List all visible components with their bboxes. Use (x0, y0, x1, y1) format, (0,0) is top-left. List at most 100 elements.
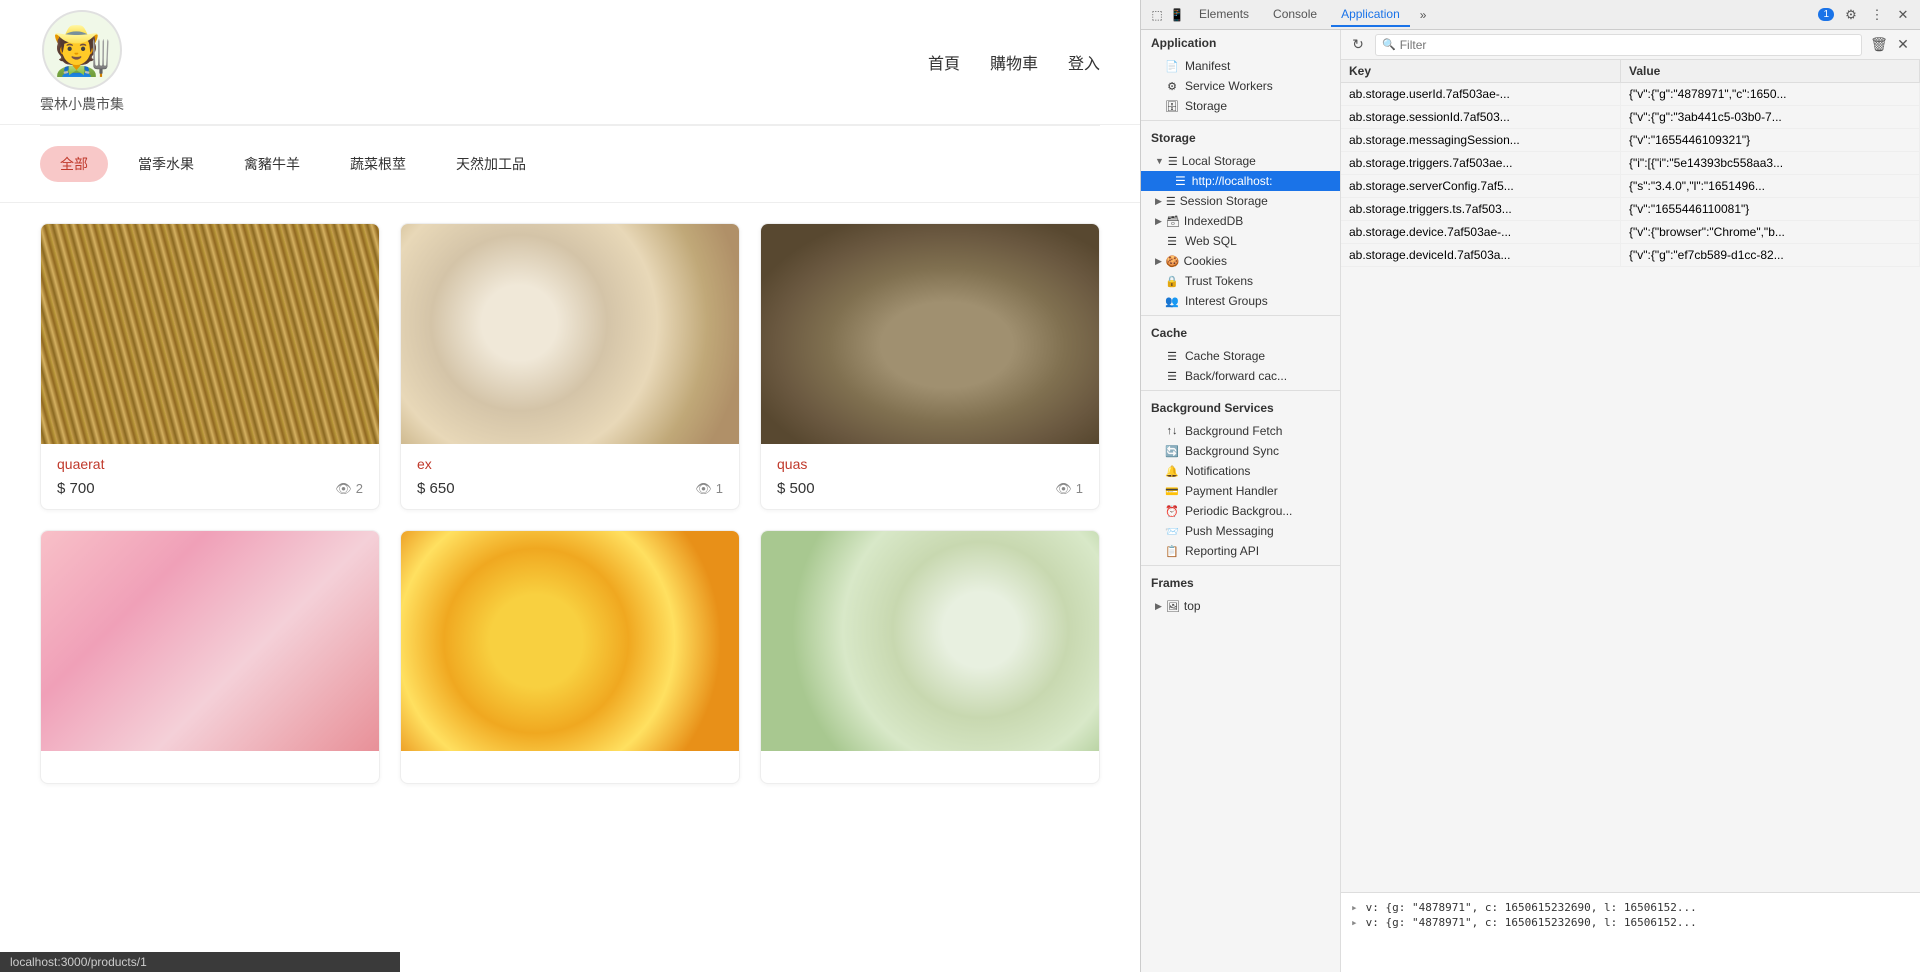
ss-label: Session Storage (1180, 194, 1268, 208)
kv-val-6: {"v":{"browser":"Chrome","b... (1621, 221, 1920, 243)
cookies-tree[interactable]: ▶ 🍪 Cookies (1141, 251, 1340, 271)
sidebar-notifications[interactable]: 🔔 Notifications (1141, 461, 1340, 481)
frames-top-tree[interactable]: ▶ 🖼 top (1141, 596, 1340, 616)
session-storage-tree[interactable]: ▶ ☰ Session Storage (1141, 191, 1340, 211)
filter-input[interactable] (1400, 38, 1855, 52)
product-grid: quaerat $ 700 👁 2 ex $ 650 👁 1 (0, 203, 1140, 804)
bg-fetch-label: Background Fetch (1185, 424, 1282, 438)
sidebar-web-sql[interactable]: ☰ Web SQL (1141, 231, 1340, 251)
periodic-icon: ⏰ (1165, 504, 1179, 518)
site-header: 🧑‍🌾 雲林小農市集 首頁 購物車 登入 (0, 0, 1140, 125)
inspect-icon[interactable]: ⬚ (1149, 7, 1165, 23)
product-image-5 (761, 531, 1099, 751)
product-card-3[interactable] (40, 530, 380, 784)
filter-input-container: 🔍 (1375, 34, 1862, 56)
sidebar-periodic-bg[interactable]: ⏰ Periodic Backgrou... (1141, 501, 1340, 521)
kv-val-1: {"v":{"g":"3ab441c5-03b0-7... (1621, 106, 1920, 128)
sidebar-push-messaging[interactable]: 📨 Push Messaging (1141, 521, 1340, 541)
sidebar-manifest[interactable]: 📄 Manifest (1141, 56, 1340, 76)
refresh-button[interactable]: ↻ (1349, 36, 1367, 54)
device-icon[interactable]: 📱 (1169, 7, 1185, 23)
sidebar-trust-tokens[interactable]: 🔒 Trust Tokens (1141, 271, 1340, 291)
view-count-1: 1 (716, 481, 723, 496)
category-section: 全部 當季水果 禽豬牛羊 蔬菜根莖 天然加工品 (0, 126, 1140, 203)
cat-tab-fruit[interactable]: 當季水果 (118, 146, 214, 182)
trust-icon: 🔒 (1165, 274, 1179, 288)
sidebar-cache-storage[interactable]: ☰ Cache Storage (1141, 346, 1340, 366)
local-storage-tree[interactable]: ▼ ☰ Local Storage (1141, 151, 1340, 171)
product-card-5[interactable] (760, 530, 1100, 784)
devtools-main: ↻ 🔍 🗑 ✕ Key Value ab.storage.userId.7af5… (1341, 30, 1920, 972)
value-header: Value (1621, 60, 1920, 82)
nav-home[interactable]: 首頁 (928, 50, 960, 74)
cookies-icon: 🍪 (1166, 255, 1180, 268)
nav-login[interactable]: 登入 (1068, 50, 1100, 74)
kv-key-1: ab.storage.sessionId.7af503... (1341, 106, 1621, 128)
cat-tab-processed[interactable]: 天然加工品 (436, 146, 546, 182)
sidebar-payment-handler[interactable]: 💳 Payment Handler (1141, 481, 1340, 501)
website-area: 🧑‍🌾 雲林小農市集 首頁 購物車 登入 全部 當季水果 禽豬牛羊 蔬菜根莖 天… (0, 0, 1140, 972)
product-card-0[interactable]: quaerat $ 700 👁 2 (40, 223, 380, 510)
tab-more[interactable]: » (1414, 4, 1433, 26)
toolbar-right-icons: 1 ⚙ ⋮ ✕ (1818, 6, 1912, 24)
table-row[interactable]: ab.storage.sessionId.7af503...{"v":{"g":… (1341, 106, 1920, 129)
status-url: localhost:3000/products/1 (10, 955, 147, 969)
filter-clear-btn[interactable]: 🗑 (1870, 36, 1888, 54)
table-row[interactable]: ab.storage.device.7af503ae-...{"v":{"bro… (1341, 221, 1920, 244)
sidebar-interest-groups[interactable]: 👥 Interest Groups (1141, 291, 1340, 311)
cat-tab-all[interactable]: 全部 (40, 146, 108, 182)
cat-tab-meat[interactable]: 禽豬牛羊 (224, 146, 320, 182)
settings-icon[interactable]: ⚙ (1842, 6, 1860, 24)
logo-text: 雲林小農市集 (40, 94, 124, 114)
ls-icon: ☰ (1168, 155, 1178, 168)
product-card-2[interactable]: quas $ 500 👁 1 (760, 223, 1100, 510)
product-image-2 (761, 224, 1099, 444)
sidebar-back-forward-cache[interactable]: ☰ Back/forward cac... (1141, 366, 1340, 386)
product-name-2: quas (777, 456, 1083, 472)
preview-arrow-1: ▸ (1351, 916, 1358, 929)
filter-search-icon: 🔍 (1382, 38, 1396, 51)
close-devtools-icon[interactable]: ✕ (1894, 6, 1912, 24)
product-views-1: 👁 1 (695, 481, 723, 497)
product-info-1: ex $ 650 👁 1 (401, 444, 739, 509)
localhost-icon: ☰ (1175, 174, 1186, 188)
product-footer-2: $ 500 👁 1 (777, 480, 1083, 497)
kv-val-3: {"i":[{"i":"5e14393bc558aa3... (1621, 152, 1920, 174)
tab-console[interactable]: Console (1263, 3, 1327, 27)
manifest-icon: 📄 (1165, 59, 1179, 73)
product-footer-0: $ 700 👁 2 (57, 480, 363, 497)
eye-icon-0: 👁 (335, 481, 352, 497)
sidebar-service-workers[interactable]: ⚙ Service Workers (1141, 76, 1340, 96)
sidebar-storage[interactable]: 🗄 Storage (1141, 96, 1340, 116)
sidebar-bg-sync[interactable]: 🔄 Background Sync (1141, 441, 1340, 461)
table-row[interactable]: ab.storage.deviceId.7af503a...{"v":{"g":… (1341, 244, 1920, 267)
sidebar-localhost[interactable]: ☰ http://localhost: (1141, 171, 1340, 191)
product-card-1[interactable]: ex $ 650 👁 1 (400, 223, 740, 510)
filter-close-btn[interactable]: ✕ (1894, 36, 1912, 54)
cat-tab-veg[interactable]: 蔬菜根莖 (330, 146, 426, 182)
push-label: Push Messaging (1185, 524, 1274, 538)
cookies-label: Cookies (1184, 254, 1227, 268)
section-divider-3 (1141, 390, 1340, 391)
periodic-label: Periodic Backgrou... (1185, 504, 1292, 518)
sidebar-bg-fetch[interactable]: ↑↓ Background Fetch (1141, 421, 1340, 441)
nav-cart[interactable]: 購物車 (990, 50, 1038, 74)
table-row[interactable]: ab.storage.userId.7af503ae-...{"v":{"g":… (1341, 83, 1920, 106)
indexeddb-tree[interactable]: ▶ 🗃 IndexedDB (1141, 211, 1340, 231)
table-row[interactable]: ab.storage.messagingSession...{"v":"1655… (1341, 129, 1920, 152)
more-options-icon[interactable]: ⋮ (1868, 6, 1886, 24)
product-card-4[interactable] (400, 530, 740, 784)
product-price-2: $ 500 (777, 480, 815, 497)
status-bar: localhost:3000/products/1 (0, 952, 400, 972)
notif-badge: 1 (1818, 8, 1834, 21)
payment-label: Payment Handler (1185, 484, 1278, 498)
product-price-0: $ 700 (57, 480, 95, 497)
ig-label: Interest Groups (1185, 294, 1268, 308)
frames-expand-arrow: ▶ (1155, 601, 1162, 612)
table-row[interactable]: ab.storage.serverConfig.7af5...{"s":"3.4… (1341, 175, 1920, 198)
table-row[interactable]: ab.storage.triggers.ts.7af503...{"v":"16… (1341, 198, 1920, 221)
sidebar-reporting-api[interactable]: 📋 Reporting API (1141, 541, 1340, 561)
tab-elements[interactable]: Elements (1189, 3, 1259, 27)
tab-application[interactable]: Application (1331, 3, 1410, 27)
table-row[interactable]: ab.storage.triggers.7af503ae...{"i":[{"i… (1341, 152, 1920, 175)
